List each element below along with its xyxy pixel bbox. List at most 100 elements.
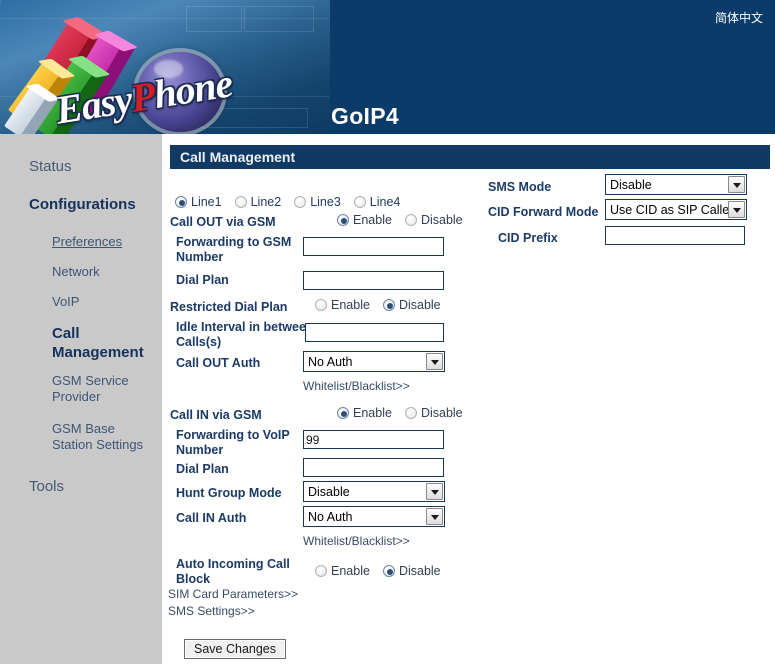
- hunt-group-mode-select[interactable]: Disable: [303, 481, 445, 502]
- label-call-in-via-gsm: Call IN via GSM: [170, 408, 262, 422]
- page-title: GoIP4: [331, 103, 399, 129]
- radio-indicator: [404, 214, 417, 226]
- radio-indicator: [353, 196, 366, 208]
- label-forwarding-to-voip-number: Forwarding to VoIP Number: [176, 428, 290, 457]
- radio-label: Enable: [331, 564, 370, 578]
- site-banner: EasyPhone GoIP4 简体中文: [0, 0, 775, 134]
- page-root: EasyPhone GoIP4 简体中文 Status Configuratio…: [0, 0, 775, 664]
- save-changes-button[interactable]: Save Changes: [184, 639, 287, 659]
- radio-indicator: [294, 196, 307, 208]
- chevron-down-icon[interactable]: [728, 201, 745, 218]
- label-call-in-auth: Call IN Auth: [176, 511, 247, 525]
- label-hunt-group-mode: Hunt Group Mode: [176, 486, 282, 500]
- whitelist-blacklist-out-link[interactable]: Whitelist/Blacklist>>: [303, 379, 410, 393]
- select-value: No Auth: [308, 354, 353, 369]
- restricted-dial-plan-radios[interactable]: Enable Disable: [315, 298, 454, 312]
- radio-restricted-enable[interactable]: Enable: [315, 298, 383, 312]
- radio-restricted-disable[interactable]: Disable: [382, 298, 454, 312]
- label-idle-interval: Idle Interval in between Calls(s): [176, 320, 314, 349]
- sidebar-item-call-management[interactable]: Call Management: [52, 324, 144, 362]
- language-switch-link[interactable]: 简体中文: [715, 9, 763, 26]
- sidebar-item-voip[interactable]: VoIP: [52, 294, 79, 310]
- auto-incoming-call-block-radios[interactable]: Enable Disable: [315, 564, 454, 578]
- sidebar: Status Configurations Preferences Networ…: [0, 134, 163, 664]
- sidebar-item-network[interactable]: Network: [52, 264, 100, 280]
- select-value: Disable: [308, 484, 350, 499]
- line-selector-group[interactable]: Line1 Line2 Line3 Line4: [175, 195, 413, 209]
- radio-indicator: [175, 196, 187, 208]
- label-cid-forward-mode: CID Forward Mode: [488, 205, 599, 219]
- sidebar-item-gsm-service-provider[interactable]: GSM Service Provider: [52, 373, 138, 405]
- radio-line1[interactable]: Line1: [175, 195, 235, 209]
- sidebar-item-gsm-base-station-settings[interactable]: GSM Base Station Settings: [52, 421, 150, 453]
- banner-box: [244, 6, 314, 32]
- radio-call-in-enable[interactable]: Enable: [337, 406, 405, 420]
- select-value: No Auth: [308, 509, 353, 524]
- label-auto-incoming-call-block: Auto Incoming Call Block: [176, 557, 290, 586]
- radio-indicator: [382, 565, 395, 577]
- radio-label: Disable: [398, 564, 441, 578]
- call-in-auth-select[interactable]: No Auth: [303, 506, 445, 527]
- select-value: Disable: [610, 177, 652, 192]
- main-content: Call Management Line1 Line2 Line3 Line4 …: [164, 134, 775, 664]
- radio-line4[interactable]: Line4: [353, 195, 414, 209]
- label-call-out-auth: Call OUT Auth: [176, 356, 261, 370]
- radio-label: Line2: [250, 195, 282, 209]
- radio-label: Line4: [369, 195, 401, 209]
- sidebar-item-status[interactable]: Status: [29, 158, 72, 176]
- radio-line3[interactable]: Line3: [294, 195, 354, 209]
- radio-indicator: [337, 407, 349, 419]
- radio-indicator: [315, 565, 327, 577]
- label-sms-mode: SMS Mode: [488, 180, 552, 194]
- sms-settings-link[interactable]: SMS Settings>>: [168, 604, 255, 618]
- dial-plan-out-input[interactable]: [303, 271, 444, 290]
- label-forwarding-to-gsm-number: Forwarding to GSM Number: [176, 235, 292, 264]
- radio-indicator: [382, 299, 395, 311]
- radio-indicator: [315, 299, 327, 311]
- radio-label: Disable: [420, 213, 463, 227]
- radio-label: Enable: [331, 298, 370, 312]
- cid-forward-mode-select[interactable]: Use CID as SIP Caller ID: [605, 199, 747, 220]
- idle-interval-input[interactable]: [305, 323, 444, 342]
- label-call-out-via-gsm: Call OUT via GSM: [170, 215, 276, 229]
- label-cid-prefix: CID Prefix: [498, 231, 558, 245]
- chevron-down-icon[interactable]: [728, 176, 745, 193]
- forwarding-to-voip-number-input[interactable]: [303, 430, 444, 449]
- radio-label: Line3: [310, 195, 341, 209]
- sidebar-item-tools[interactable]: Tools: [29, 478, 64, 496]
- radio-label: Enable: [353, 406, 392, 420]
- label-dial-plan-in: Dial Plan: [176, 462, 229, 476]
- radio-line2[interactable]: Line2: [234, 195, 295, 209]
- chevron-down-icon[interactable]: [426, 353, 443, 370]
- call-in-via-gsm-radios[interactable]: Enable Disable: [337, 406, 476, 420]
- radio-indicator: [337, 214, 349, 226]
- whitelist-blacklist-in-link[interactable]: Whitelist/Blacklist>>: [303, 534, 410, 548]
- chevron-down-icon[interactable]: [426, 483, 443, 500]
- panel-title: Call Management: [170, 145, 770, 169]
- radio-label: Disable: [398, 298, 441, 312]
- banner-box: [186, 6, 242, 32]
- dial-plan-in-input[interactable]: [303, 458, 444, 477]
- chevron-down-icon[interactable]: [426, 508, 443, 525]
- radio-label: Disable: [420, 406, 463, 420]
- label-dial-plan-out: Dial Plan: [176, 273, 229, 287]
- select-value: Use CID as SIP Caller ID: [610, 202, 728, 217]
- radio-indicator: [404, 407, 417, 419]
- radio-indicator: [234, 196, 247, 208]
- radio-auto-block-enable[interactable]: Enable: [315, 564, 383, 578]
- sidebar-item-preferences[interactable]: Preferences: [52, 234, 122, 250]
- radio-call-in-disable[interactable]: Disable: [404, 406, 476, 420]
- call-out-auth-select[interactable]: No Auth: [303, 351, 445, 372]
- sms-mode-select[interactable]: Disable: [605, 174, 747, 195]
- cid-prefix-input[interactable]: [605, 226, 745, 245]
- sidebar-item-configurations[interactable]: Configurations: [29, 196, 136, 214]
- radio-auto-block-disable[interactable]: Disable: [382, 564, 454, 578]
- radio-label: Line1: [191, 195, 222, 209]
- forwarding-to-gsm-number-input[interactable]: [303, 237, 444, 256]
- sim-card-parameters-link[interactable]: SIM Card Parameters>>: [168, 587, 298, 601]
- radio-call-out-enable[interactable]: Enable: [337, 213, 405, 227]
- radio-label: Enable: [353, 213, 392, 227]
- radio-call-out-disable[interactable]: Disable: [404, 213, 476, 227]
- label-restricted-dial-plan: Restricted Dial Plan: [170, 300, 288, 314]
- call-out-via-gsm-radios[interactable]: Enable Disable: [337, 213, 476, 227]
